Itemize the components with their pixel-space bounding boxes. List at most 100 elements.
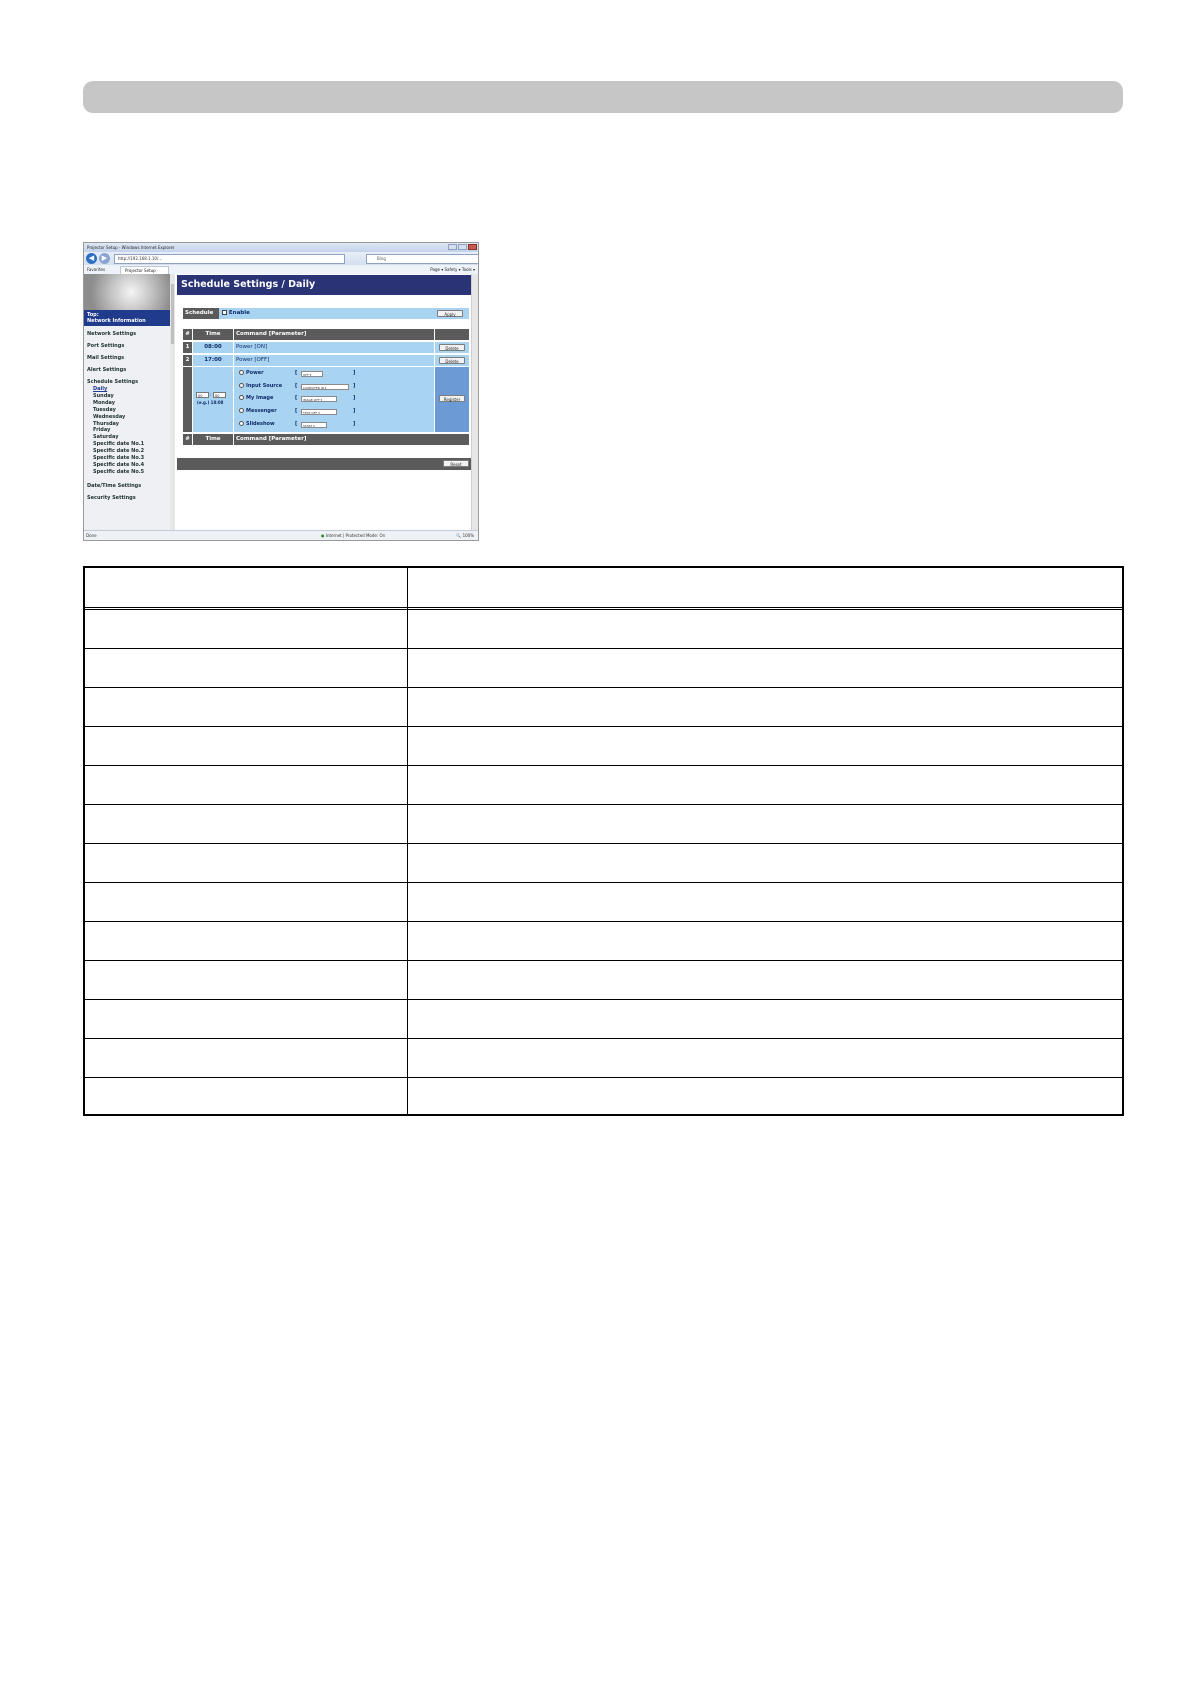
command-label: Slideshow xyxy=(246,421,275,427)
entry-num: 1 xyxy=(183,342,192,353)
window-titlebar: Projector Setup - Windows Internet Explo… xyxy=(84,243,478,252)
reset-button[interactable]: Reset xyxy=(443,460,469,467)
table-row xyxy=(85,883,1122,922)
sidebar-subitem-saturday[interactable]: Saturday xyxy=(84,434,170,441)
globe-icon: ● xyxy=(321,533,325,538)
sidebar-item-schedule-settings[interactable]: Schedule Settings xyxy=(84,379,170,385)
delete-button[interactable]: Delete xyxy=(439,344,465,351)
sidebar-subitem-monday[interactable]: Monday xyxy=(84,400,170,407)
close-button[interactable] xyxy=(468,244,477,250)
bracket-close: ] xyxy=(353,383,356,389)
apply-button[interactable]: Apply xyxy=(437,310,463,317)
enable-cell: Enable xyxy=(219,308,469,319)
command-label: My Image xyxy=(246,395,274,401)
reset-row: Reset xyxy=(177,458,472,470)
sidebar-item-port-settings[interactable]: Port Settings xyxy=(84,343,170,349)
browser-screenshot: Projector Setup - Windows Internet Explo… xyxy=(83,242,479,541)
sidebar-scroll-thumb[interactable] xyxy=(171,284,174,344)
command-option-my-image[interactable]: My Image [ IMAGE-OFF ▾ ] xyxy=(239,393,419,404)
sidebar-subitem-friday[interactable]: Friday xyxy=(84,427,170,434)
col-num-header: # xyxy=(183,329,192,340)
address-input[interactable]: http://192.168.1.10/... xyxy=(114,254,345,264)
maximize-button[interactable] xyxy=(458,244,467,250)
sidebar-subitem-specific-2[interactable]: Specific date No.2 xyxy=(84,448,170,455)
security-zone: ● Internet | Protected Mode: On xyxy=(321,531,385,540)
sidebar-item-security-settings[interactable]: Security Settings xyxy=(84,495,170,501)
schedule-entry-row: 2 17:00 Power [OFF] Delete xyxy=(183,355,469,366)
sidebar-subitem-specific-4[interactable]: Specific date No.4 xyxy=(84,462,170,469)
delete-button[interactable]: Delete xyxy=(439,357,465,364)
main-pane: Schedule Settings / Daily Schedule Enabl… xyxy=(177,274,472,530)
sidebar-subitem-wednesday[interactable]: Wednesday xyxy=(84,414,170,421)
register-button[interactable]: Register xyxy=(439,395,465,402)
command-label: Messenger xyxy=(246,408,277,414)
page-scrollbar[interactable] xyxy=(471,274,478,530)
sidebar-subitem-sunday[interactable]: Sunday xyxy=(84,393,170,400)
schedule-header-row: # Time Command [Parameter] xyxy=(183,329,469,340)
slideshow-select[interactable]: START ▾ xyxy=(301,422,327,428)
radio-icon[interactable] xyxy=(239,408,244,413)
back-arrow-icon[interactable]: ◀ xyxy=(86,253,97,264)
command-option-power[interactable]: Power [ OFF ▾ ] xyxy=(239,368,419,379)
sidebar-scrollbar[interactable] xyxy=(170,274,175,530)
time-separator: : xyxy=(210,392,212,398)
sidebar-item-datetime-settings[interactable]: Date/Time Settings xyxy=(84,483,170,489)
command-bar[interactable]: Page ▾ Safety ▾ Tools ▾ xyxy=(430,265,475,274)
sidebar-subitem-specific-5[interactable]: Specific date No.5 xyxy=(84,469,170,476)
radio-icon[interactable] xyxy=(239,383,244,388)
section-header-bar xyxy=(83,81,1123,113)
favorites-button[interactable]: Favorites xyxy=(87,267,105,272)
bracket-close: ] xyxy=(353,421,356,427)
bracket-open: [ xyxy=(295,395,298,401)
sidebar-subitem-specific-3[interactable]: Specific date No.3 xyxy=(84,455,170,462)
command-option-slideshow[interactable]: Slideshow [ START ▾ ] xyxy=(239,419,419,430)
page-title: Schedule Settings / Daily xyxy=(177,275,472,295)
new-entry-time-cell: 00 : 00 (e.g.) 18:08 xyxy=(193,367,233,432)
table-row xyxy=(85,727,1122,766)
new-entry-num-cell xyxy=(183,367,192,432)
power-select[interactable]: OFF ▾ xyxy=(301,371,323,377)
messenger-select[interactable]: TEXT-OFF ▾ xyxy=(301,409,337,415)
sidebar-subitem-specific-1[interactable]: Specific date No.1 xyxy=(84,441,170,448)
my-image-select[interactable]: IMAGE-OFF ▾ xyxy=(301,396,337,402)
messenger-select-value: TEXT-OFF xyxy=(303,411,318,415)
radio-icon[interactable] xyxy=(239,395,244,400)
sidebar-item-mail-settings[interactable]: Mail Settings xyxy=(84,355,170,361)
table-row xyxy=(85,1078,1122,1114)
bracket-open: [ xyxy=(295,370,298,376)
col-command-header: Command [Parameter] xyxy=(234,329,434,340)
hour-input[interactable]: 00 xyxy=(196,392,209,398)
forward-arrow-icon[interactable]: ▶ xyxy=(99,253,110,264)
entry-time: 08:00 xyxy=(193,342,233,353)
window-controls xyxy=(448,244,477,250)
sidebar-subitem-daily[interactable]: Daily xyxy=(84,386,170,393)
bracket-open: [ xyxy=(295,383,298,389)
address-bar-row: ◀ ▶ http://192.168.1.10/... Bing xyxy=(84,252,478,265)
enable-label: Enable xyxy=(228,310,250,316)
table-row xyxy=(85,961,1122,1000)
table-row xyxy=(85,922,1122,961)
sidebar-subitem-tuesday[interactable]: Tuesday xyxy=(84,407,170,414)
search-input[interactable]: Bing xyxy=(366,254,478,264)
schedule-label: Schedule xyxy=(183,308,219,319)
minute-input[interactable]: 00 xyxy=(213,392,226,398)
col-command-footer: Command [Parameter] xyxy=(234,434,469,445)
sidebar-item-alert-settings[interactable]: Alert Settings xyxy=(84,367,170,373)
zoom-level[interactable]: 🔍 100% xyxy=(456,531,474,540)
security-zone-label: Internet | Protected Mode: On xyxy=(325,533,386,538)
command-option-input-source[interactable]: Input Source [ COMPUTER IN ▾ ] xyxy=(239,381,419,392)
input-source-select[interactable]: COMPUTER IN ▾ xyxy=(301,384,349,390)
minimize-button[interactable] xyxy=(448,244,457,250)
sidebar-top-link[interactable]: Top: Network Information xyxy=(84,310,170,326)
table-row xyxy=(85,688,1122,727)
radio-icon[interactable] xyxy=(239,370,244,375)
table-row xyxy=(85,805,1122,844)
sidebar-subitem-thursday[interactable]: Thursday xyxy=(84,421,170,428)
table-row xyxy=(85,766,1122,805)
command-label: Input Source xyxy=(246,383,283,389)
enable-checkbox[interactable] xyxy=(222,310,227,315)
radio-icon[interactable] xyxy=(239,421,244,426)
slideshow-select-value: START xyxy=(303,424,313,428)
sidebar-item-network-settings[interactable]: Network Settings xyxy=(84,331,170,337)
command-option-messenger[interactable]: Messenger [ TEXT-OFF ▾ ] xyxy=(239,406,419,417)
